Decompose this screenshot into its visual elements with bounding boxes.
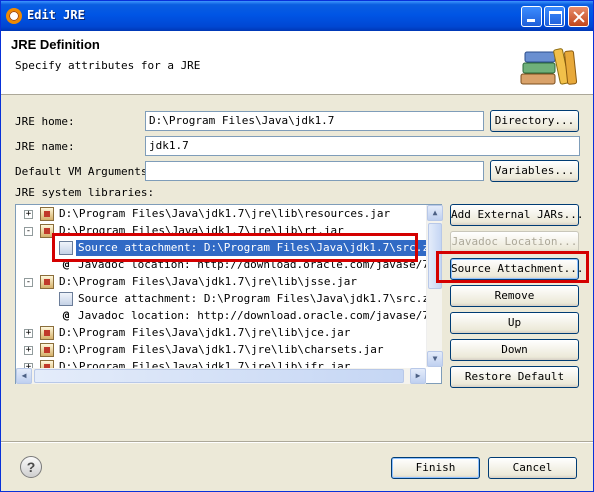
jre-name-label: JRE name:	[15, 140, 75, 153]
add-external-jars-button[interactable]: Add External JARs...	[450, 204, 583, 226]
jre-home-field[interactable]: D:\Program Files\Java\jdk1.7	[145, 111, 484, 131]
jre-name-field[interactable]: jdk1.7	[145, 136, 580, 156]
library-books-icon	[520, 48, 578, 85]
scroll-right-icon[interactable]: ▶	[410, 368, 426, 384]
header-description: Specify attributes for a JRE	[15, 59, 201, 72]
tree-row-label: D:\Program Files\Java\jdk1.7\jre\lib\jss…	[59, 275, 358, 288]
dialog-header: JRE Definition Specify attributes for a …	[1, 31, 593, 95]
minimize-button[interactable]	[521, 6, 542, 27]
variables-button[interactable]: Variables...	[490, 160, 579, 182]
highlight-box-selected-row	[52, 233, 418, 262]
collapse-icon[interactable]: -	[24, 227, 33, 236]
help-icon[interactable]: ?	[20, 456, 42, 478]
tree-row-label: D:\Program Files\Java\jdk1.7\jre\lib\res…	[59, 207, 391, 220]
eclipse-icon	[6, 8, 22, 24]
title-bar[interactable]: Edit JRE	[1, 1, 593, 31]
tree-row[interactable]: + D:\Program Files\Java\jdk1.7\jre\lib\j…	[16, 325, 426, 341]
finish-button[interactable]: Finish	[391, 457, 480, 479]
tree-row[interactable]: + D:\Program Files\Java\jdk1.7\jre\lib\c…	[16, 342, 426, 358]
maximize-button[interactable]	[544, 6, 565, 27]
jre-home-label: JRE home:	[15, 115, 75, 128]
system-libraries-tree[interactable]: + D:\Program Files\Java\jdk1.7\jre\lib\r…	[15, 204, 442, 384]
tree-row[interactable]: Source attachment: D:\Program Files\Java…	[56, 291, 442, 307]
scroll-up-icon[interactable]: ▲	[427, 205, 443, 221]
scroll-down-icon[interactable]: ▼	[427, 351, 443, 367]
edit-jre-dialog: Edit JRE JRE Definition Specify attribut…	[0, 0, 594, 492]
tree-row[interactable]: + D:\Program Files\Java\jdk1.7\jre\lib\r…	[16, 206, 426, 222]
up-button[interactable]: Up	[450, 312, 579, 334]
tree-row-label: Source attachment: D:\Program Files\Java…	[78, 292, 442, 305]
javadoc-location-button[interactable]: Javadoc Location...	[450, 231, 579, 253]
jar-icon	[40, 326, 54, 340]
tree-row-label: D:\Program Files\Java\jdk1.7\jre\lib\cha…	[59, 343, 384, 356]
footer-separator	[1, 441, 593, 443]
restore-default-button[interactable]: Restore Default	[450, 366, 579, 388]
down-button[interactable]: Down	[450, 339, 579, 361]
scroll-left-icon[interactable]: ◀	[16, 368, 32, 384]
source-attachment-icon	[59, 292, 73, 306]
tree-row-label: Javadoc location: http://download.oracle…	[78, 309, 442, 322]
tree-row[interactable]: - D:\Program Files\Java\jdk1.7\jre\lib\j…	[16, 274, 426, 290]
directory-button[interactable]: Directory...	[490, 110, 579, 132]
jar-icon	[40, 207, 54, 221]
expand-icon[interactable]: +	[24, 346, 33, 355]
horizontal-scrollbar[interactable]: ◀ ▶	[16, 368, 426, 384]
vm-arguments-label: Default VM Arguments:	[15, 165, 155, 178]
collapse-icon[interactable]: -	[24, 278, 33, 287]
close-button[interactable]	[568, 6, 589, 27]
vm-arguments-field[interactable]	[145, 161, 484, 181]
jar-icon	[40, 343, 54, 357]
window-title: Edit JRE	[27, 8, 85, 22]
tree-row-label: D:\Program Files\Java\jdk1.7\jre\lib\jce…	[59, 326, 351, 339]
jar-icon	[40, 275, 54, 289]
horizontal-scroll-thumb[interactable]	[34, 369, 404, 383]
highlight-box-source-attachment	[436, 251, 589, 283]
expand-icon[interactable]: +	[24, 210, 33, 219]
vertical-scrollbar[interactable]: ▲ ▼	[426, 205, 443, 367]
javadoc-icon: @	[62, 309, 70, 322]
cancel-button[interactable]: Cancel	[488, 457, 577, 479]
expand-icon[interactable]: +	[24, 329, 33, 338]
remove-button[interactable]: Remove	[450, 285, 579, 307]
header-title: JRE Definition	[11, 37, 100, 52]
system-libraries-label: JRE system libraries:	[15, 186, 155, 199]
tree-row[interactable]: @ Javadoc location: http://download.orac…	[56, 308, 442, 324]
